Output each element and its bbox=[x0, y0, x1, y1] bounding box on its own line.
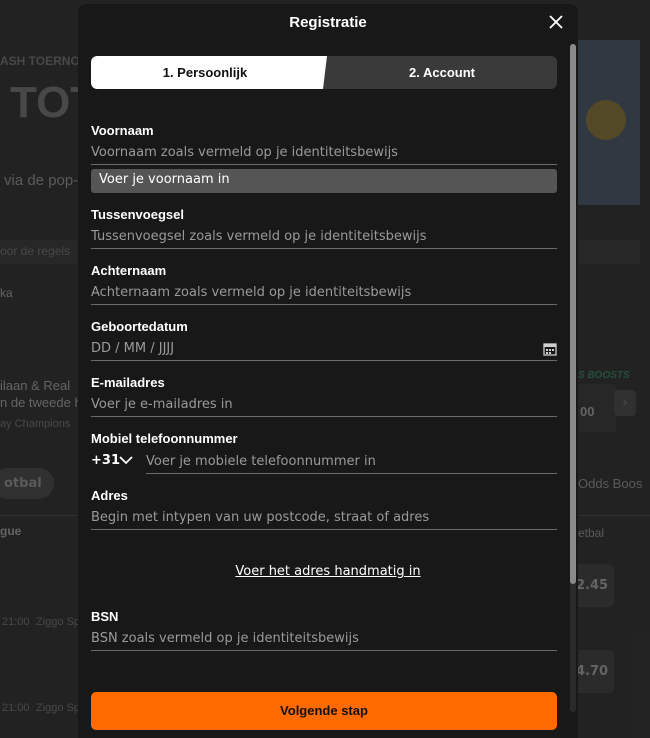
phone-field[interactable]: Voer je mobiele telefoonnummer in bbox=[146, 452, 557, 474]
first-name-field[interactable]: Voornaam zoals vermeld op je identiteits… bbox=[91, 143, 557, 165]
registration-modal: Registratie 1. Persoonlijk 2. Account Vo… bbox=[78, 4, 578, 738]
birth-date-placeholder: DD / MM / JJJJ bbox=[91, 341, 175, 356]
last-name-field[interactable]: Achternaam zoals vermeld op je identitei… bbox=[91, 283, 557, 305]
modal-title: Registratie bbox=[289, 14, 367, 31]
email-label: E-mailadres bbox=[91, 375, 165, 390]
birth-date-field[interactable]: DD / MM / JJJJ bbox=[91, 339, 557, 361]
address-field[interactable]: Begin met intypen van uw postcode, straa… bbox=[91, 508, 557, 530]
phone-label: Mobiel telefoonnummer bbox=[91, 431, 238, 446]
middle-name-placeholder: Tussenvoegsel zoals vermeld op je identi… bbox=[91, 229, 427, 244]
tab-step-account-label[interactable]: 2. Account bbox=[327, 65, 557, 80]
chevron-down-icon[interactable] bbox=[119, 453, 133, 467]
bsn-placeholder: BSN zoals vermeld op je identiteitsbewij… bbox=[91, 631, 359, 646]
first-name-placeholder: Voornaam zoals vermeld op je identiteits… bbox=[91, 145, 398, 160]
address-placeholder: Begin met intypen van uw postcode, straa… bbox=[91, 510, 430, 525]
last-name-label: Achternaam bbox=[91, 263, 167, 278]
email-placeholder: Voer je e-mailadres in bbox=[91, 397, 233, 412]
modal-header: Registratie bbox=[78, 4, 578, 42]
first-name-label: Voornaam bbox=[91, 123, 154, 138]
birth-date-label: Geboortedatum bbox=[91, 319, 188, 334]
email-field[interactable]: Voer je e-mailadres in bbox=[91, 395, 557, 417]
bsn-field[interactable]: BSN zoals vermeld op je identiteitsbewij… bbox=[91, 629, 557, 651]
bsn-label: BSN bbox=[91, 609, 119, 624]
calendar-icon[interactable] bbox=[543, 342, 557, 356]
scrollbar-thumb[interactable] bbox=[570, 44, 576, 584]
last-name-placeholder: Achternaam zoals vermeld op je identitei… bbox=[91, 285, 412, 300]
phone-placeholder: Voer je mobiele telefoonnummer in bbox=[146, 454, 376, 469]
address-label: Adres bbox=[91, 488, 128, 503]
next-step-button[interactable]: Volgende stap bbox=[91, 692, 557, 730]
middle-name-label: Tussenvoegsel bbox=[91, 207, 184, 222]
step-tabs: 1. Persoonlijk 2. Account bbox=[91, 56, 557, 89]
manual-address-link[interactable]: Voer het adres handmatig in bbox=[78, 564, 578, 579]
scrollbar[interactable] bbox=[570, 44, 576, 712]
close-icon[interactable] bbox=[546, 12, 566, 32]
country-code-select[interactable]: +31 bbox=[91, 453, 120, 468]
tab-step-personal-label[interactable]: 1. Persoonlijk bbox=[91, 65, 319, 80]
middle-name-field[interactable]: Tussenvoegsel zoals vermeld op je identi… bbox=[91, 227, 557, 249]
first-name-tooltip: Voer je voornaam in bbox=[91, 169, 557, 193]
phone-row: +31 Voer je mobiele telefoonnummer in bbox=[91, 452, 557, 474]
